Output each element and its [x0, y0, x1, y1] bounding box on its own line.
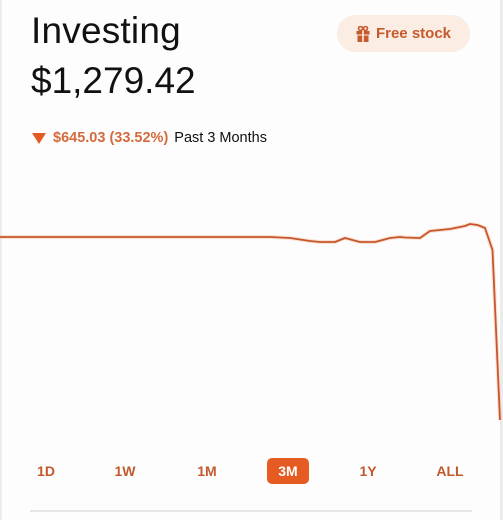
free-stock-button[interactable]: Free stock [337, 15, 470, 52]
range-tab-3m[interactable]: 3M [267, 458, 309, 484]
gift-icon [356, 25, 370, 42]
range-tab-1w[interactable]: 1W [105, 458, 145, 484]
triangle-down-icon [32, 132, 46, 144]
change-value: $645.03 (33.52%) [53, 130, 169, 146]
range-tab-all[interactable]: ALL [430, 458, 470, 484]
range-tab-1y[interactable]: 1Y [348, 458, 388, 484]
chart-line-series [0, 223, 501, 421]
portfolio-balance: $1,279.42 [31, 60, 196, 101]
section-divider [30, 510, 472, 512]
portfolio-line-chart[interactable] [0, 180, 503, 440]
range-tab-1m[interactable]: 1M [187, 458, 227, 484]
change-period: Past 3 Months [174, 130, 267, 146]
chart-line-glow [0, 222, 502, 421]
performance-change: $645.03 (33.52%) Past 3 Months [32, 130, 267, 146]
free-stock-label: Free stock [375, 25, 452, 42]
page-title: Investing [31, 10, 181, 51]
range-tab-1d[interactable]: 1D [26, 458, 66, 484]
time-range-selector: 1D 1W 1M 3M 1Y ALL [0, 456, 503, 488]
